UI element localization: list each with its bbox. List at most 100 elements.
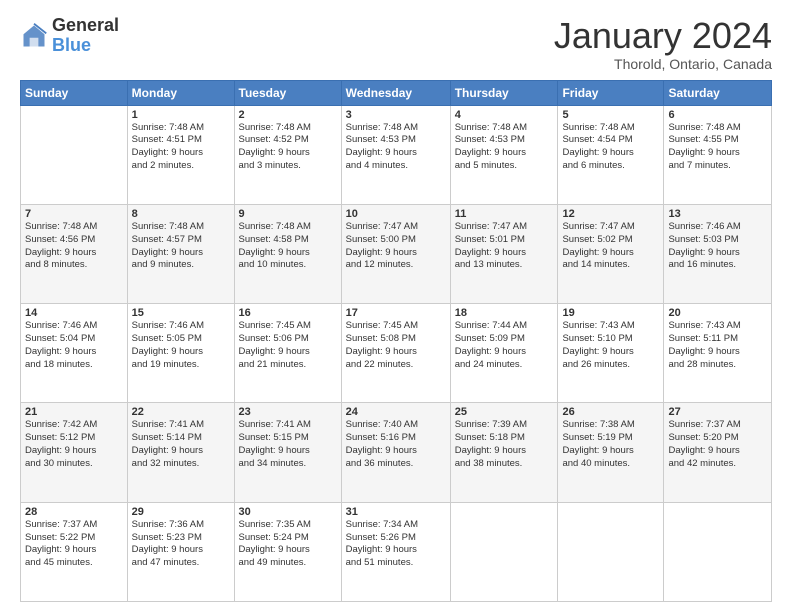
calendar-cell	[21, 105, 128, 204]
day-number: 30	[239, 506, 337, 518]
calendar-cell: 11Sunrise: 7:47 AM Sunset: 5:01 PM Dayli…	[450, 204, 558, 303]
calendar-cell: 29Sunrise: 7:36 AM Sunset: 5:23 PM Dayli…	[127, 502, 234, 601]
location: Thorold, Ontario, Canada	[554, 56, 772, 72]
day-number: 18	[455, 307, 554, 319]
day-number: 14	[25, 307, 123, 319]
calendar-cell: 5Sunrise: 7:48 AM Sunset: 4:54 PM Daylig…	[558, 105, 664, 204]
day-info: Sunrise: 7:42 AM Sunset: 5:12 PM Dayligh…	[25, 419, 123, 470]
day-info: Sunrise: 7:48 AM Sunset: 4:57 PM Dayligh…	[132, 221, 230, 272]
day-info: Sunrise: 7:47 AM Sunset: 5:01 PM Dayligh…	[455, 221, 554, 272]
day-info: Sunrise: 7:48 AM Sunset: 4:53 PM Dayligh…	[346, 122, 446, 173]
day-number: 2	[239, 109, 337, 121]
day-info: Sunrise: 7:40 AM Sunset: 5:16 PM Dayligh…	[346, 419, 446, 470]
day-number: 17	[346, 307, 446, 319]
day-number: 3	[346, 109, 446, 121]
col-monday: Monday	[127, 80, 234, 105]
day-number: 27	[668, 406, 767, 418]
calendar-cell: 8Sunrise: 7:48 AM Sunset: 4:57 PM Daylig…	[127, 204, 234, 303]
calendar-cell: 2Sunrise: 7:48 AM Sunset: 4:52 PM Daylig…	[234, 105, 341, 204]
col-wednesday: Wednesday	[341, 80, 450, 105]
calendar-week-5: 28Sunrise: 7:37 AM Sunset: 5:22 PM Dayli…	[21, 502, 772, 601]
col-thursday: Thursday	[450, 80, 558, 105]
day-info: Sunrise: 7:48 AM Sunset: 4:54 PM Dayligh…	[562, 122, 659, 173]
calendar-cell: 15Sunrise: 7:46 AM Sunset: 5:05 PM Dayli…	[127, 304, 234, 403]
day-info: Sunrise: 7:46 AM Sunset: 5:03 PM Dayligh…	[668, 221, 767, 272]
day-info: Sunrise: 7:34 AM Sunset: 5:26 PM Dayligh…	[346, 519, 446, 570]
day-info: Sunrise: 7:41 AM Sunset: 5:15 PM Dayligh…	[239, 419, 337, 470]
calendar-cell: 24Sunrise: 7:40 AM Sunset: 5:16 PM Dayli…	[341, 403, 450, 502]
col-tuesday: Tuesday	[234, 80, 341, 105]
calendar-cell: 9Sunrise: 7:48 AM Sunset: 4:58 PM Daylig…	[234, 204, 341, 303]
day-info: Sunrise: 7:48 AM Sunset: 4:52 PM Dayligh…	[239, 122, 337, 173]
calendar-cell: 13Sunrise: 7:46 AM Sunset: 5:03 PM Dayli…	[664, 204, 772, 303]
day-info: Sunrise: 7:35 AM Sunset: 5:24 PM Dayligh…	[239, 519, 337, 570]
day-info: Sunrise: 7:48 AM Sunset: 4:56 PM Dayligh…	[25, 221, 123, 272]
day-info: Sunrise: 7:44 AM Sunset: 5:09 PM Dayligh…	[455, 320, 554, 371]
title-block: January 2024 Thorold, Ontario, Canada	[554, 16, 772, 72]
calendar-table: Sunday Monday Tuesday Wednesday Thursday…	[20, 80, 772, 602]
day-number: 21	[25, 406, 123, 418]
day-number: 8	[132, 208, 230, 220]
calendar-week-4: 21Sunrise: 7:42 AM Sunset: 5:12 PM Dayli…	[21, 403, 772, 502]
day-number: 15	[132, 307, 230, 319]
day-number: 11	[455, 208, 554, 220]
day-number: 26	[562, 406, 659, 418]
calendar-cell: 25Sunrise: 7:39 AM Sunset: 5:18 PM Dayli…	[450, 403, 558, 502]
day-info: Sunrise: 7:45 AM Sunset: 5:08 PM Dayligh…	[346, 320, 446, 371]
calendar-cell: 23Sunrise: 7:41 AM Sunset: 5:15 PM Dayli…	[234, 403, 341, 502]
page: General Blue January 2024 Thorold, Ontar…	[0, 0, 792, 612]
day-info: Sunrise: 7:47 AM Sunset: 5:00 PM Dayligh…	[346, 221, 446, 272]
day-info: Sunrise: 7:36 AM Sunset: 5:23 PM Dayligh…	[132, 519, 230, 570]
day-number: 10	[346, 208, 446, 220]
day-number: 5	[562, 109, 659, 121]
calendar-cell: 18Sunrise: 7:44 AM Sunset: 5:09 PM Dayli…	[450, 304, 558, 403]
calendar-week-2: 7Sunrise: 7:48 AM Sunset: 4:56 PM Daylig…	[21, 204, 772, 303]
day-number: 9	[239, 208, 337, 220]
calendar-cell: 27Sunrise: 7:37 AM Sunset: 5:20 PM Dayli…	[664, 403, 772, 502]
day-number: 20	[668, 307, 767, 319]
day-number: 29	[132, 506, 230, 518]
calendar-cell	[664, 502, 772, 601]
calendar-week-1: 1Sunrise: 7:48 AM Sunset: 4:51 PM Daylig…	[21, 105, 772, 204]
day-info: Sunrise: 7:39 AM Sunset: 5:18 PM Dayligh…	[455, 419, 554, 470]
day-number: 12	[562, 208, 659, 220]
calendar-week-3: 14Sunrise: 7:46 AM Sunset: 5:04 PM Dayli…	[21, 304, 772, 403]
calendar-cell: 10Sunrise: 7:47 AM Sunset: 5:00 PM Dayli…	[341, 204, 450, 303]
day-info: Sunrise: 7:41 AM Sunset: 5:14 PM Dayligh…	[132, 419, 230, 470]
calendar-cell	[450, 502, 558, 601]
calendar-cell: 6Sunrise: 7:48 AM Sunset: 4:55 PM Daylig…	[664, 105, 772, 204]
calendar-cell: 30Sunrise: 7:35 AM Sunset: 5:24 PM Dayli…	[234, 502, 341, 601]
weekday-header-row: Sunday Monday Tuesday Wednesday Thursday…	[21, 80, 772, 105]
day-info: Sunrise: 7:48 AM Sunset: 4:51 PM Dayligh…	[132, 122, 230, 173]
day-info: Sunrise: 7:48 AM Sunset: 4:55 PM Dayligh…	[668, 122, 767, 173]
month-title: January 2024	[554, 16, 772, 56]
day-number: 23	[239, 406, 337, 418]
day-number: 7	[25, 208, 123, 220]
col-friday: Friday	[558, 80, 664, 105]
calendar-cell: 21Sunrise: 7:42 AM Sunset: 5:12 PM Dayli…	[21, 403, 128, 502]
day-info: Sunrise: 7:45 AM Sunset: 5:06 PM Dayligh…	[239, 320, 337, 371]
day-number: 22	[132, 406, 230, 418]
calendar-cell: 16Sunrise: 7:45 AM Sunset: 5:06 PM Dayli…	[234, 304, 341, 403]
day-info: Sunrise: 7:46 AM Sunset: 5:05 PM Dayligh…	[132, 320, 230, 371]
logo-text: General Blue	[52, 16, 119, 56]
day-number: 24	[346, 406, 446, 418]
calendar-cell: 7Sunrise: 7:48 AM Sunset: 4:56 PM Daylig…	[21, 204, 128, 303]
calendar-cell: 28Sunrise: 7:37 AM Sunset: 5:22 PM Dayli…	[21, 502, 128, 601]
day-info: Sunrise: 7:43 AM Sunset: 5:10 PM Dayligh…	[562, 320, 659, 371]
day-number: 16	[239, 307, 337, 319]
day-info: Sunrise: 7:38 AM Sunset: 5:19 PM Dayligh…	[562, 419, 659, 470]
calendar-cell	[558, 502, 664, 601]
day-number: 13	[668, 208, 767, 220]
day-number: 6	[668, 109, 767, 121]
col-saturday: Saturday	[664, 80, 772, 105]
day-info: Sunrise: 7:43 AM Sunset: 5:11 PM Dayligh…	[668, 320, 767, 371]
day-number: 31	[346, 506, 446, 518]
day-number: 1	[132, 109, 230, 121]
day-info: Sunrise: 7:48 AM Sunset: 4:58 PM Dayligh…	[239, 221, 337, 272]
day-info: Sunrise: 7:46 AM Sunset: 5:04 PM Dayligh…	[25, 320, 123, 371]
calendar-header: Sunday Monday Tuesday Wednesday Thursday…	[21, 80, 772, 105]
day-number: 4	[455, 109, 554, 121]
logo: General Blue	[20, 16, 119, 56]
day-info: Sunrise: 7:37 AM Sunset: 5:20 PM Dayligh…	[668, 419, 767, 470]
